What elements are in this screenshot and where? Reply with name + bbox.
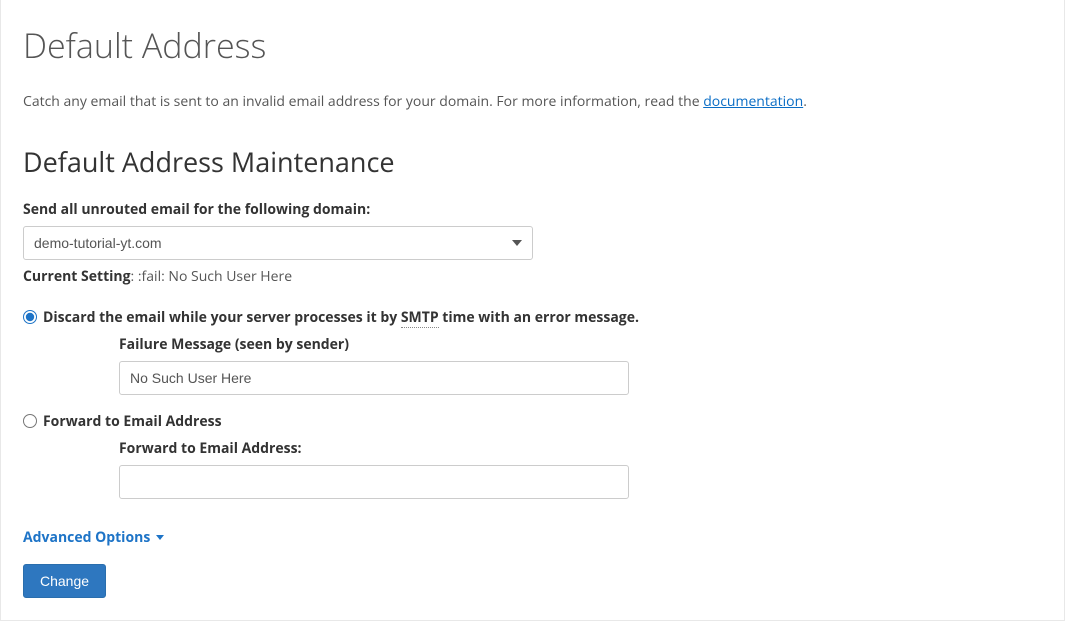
documentation-link[interactable]: documentation <box>703 92 803 111</box>
caret-down-icon <box>156 535 164 540</box>
advanced-options-toggle[interactable]: Advanced Options <box>23 527 164 548</box>
page-description: Catch any email that is sent to an inval… <box>23 91 1042 112</box>
failure-message-input[interactable] <box>119 361 629 395</box>
description-text: Catch any email that is sent to an inval… <box>23 92 703 111</box>
forward-radio-label[interactable]: Forward to Email Address <box>43 411 222 432</box>
main-panel: Default Address Catch any email that is … <box>0 0 1065 621</box>
discard-radio-label[interactable]: Discard the email while your server proc… <box>43 307 639 328</box>
forward-option-group: Forward to Email Address Forward to Emai… <box>23 411 1042 499</box>
forward-email-field-group: Forward to Email Address: <box>119 438 1042 499</box>
description-suffix: . <box>803 92 807 111</box>
discard-label-pre: Discard the email while your server proc… <box>43 308 401 327</box>
discard-radio[interactable] <box>23 310 37 324</box>
smtp-abbr: SMTP <box>401 308 439 328</box>
forward-email-label: Forward to Email Address: <box>119 438 1042 459</box>
advanced-options-label: Advanced Options <box>23 527 150 548</box>
failure-message-field-group: Failure Message (seen by sender) <box>119 334 1042 395</box>
discard-label-post: time with an error message. <box>439 308 639 327</box>
forward-email-input[interactable] <box>119 465 629 499</box>
current-setting-value: : :fail: No Such User Here <box>131 267 293 286</box>
change-button[interactable]: Change <box>23 564 106 598</box>
current-setting-row: Current Setting: :fail: No Such User Her… <box>23 266 1042 287</box>
current-setting-label: Current Setting <box>23 267 131 286</box>
discard-option-group: Discard the email while your server proc… <box>23 307 1042 395</box>
domain-select-label: Send all unrouted email for the followin… <box>23 199 1042 220</box>
forward-radio[interactable] <box>23 414 37 428</box>
page-title: Default Address <box>23 20 1042 71</box>
section-heading: Default Address Maintenance <box>23 142 1042 183</box>
domain-select[interactable]: demo-tutorial-yt.com <box>23 226 533 260</box>
failure-message-label: Failure Message (seen by sender) <box>119 334 1042 355</box>
